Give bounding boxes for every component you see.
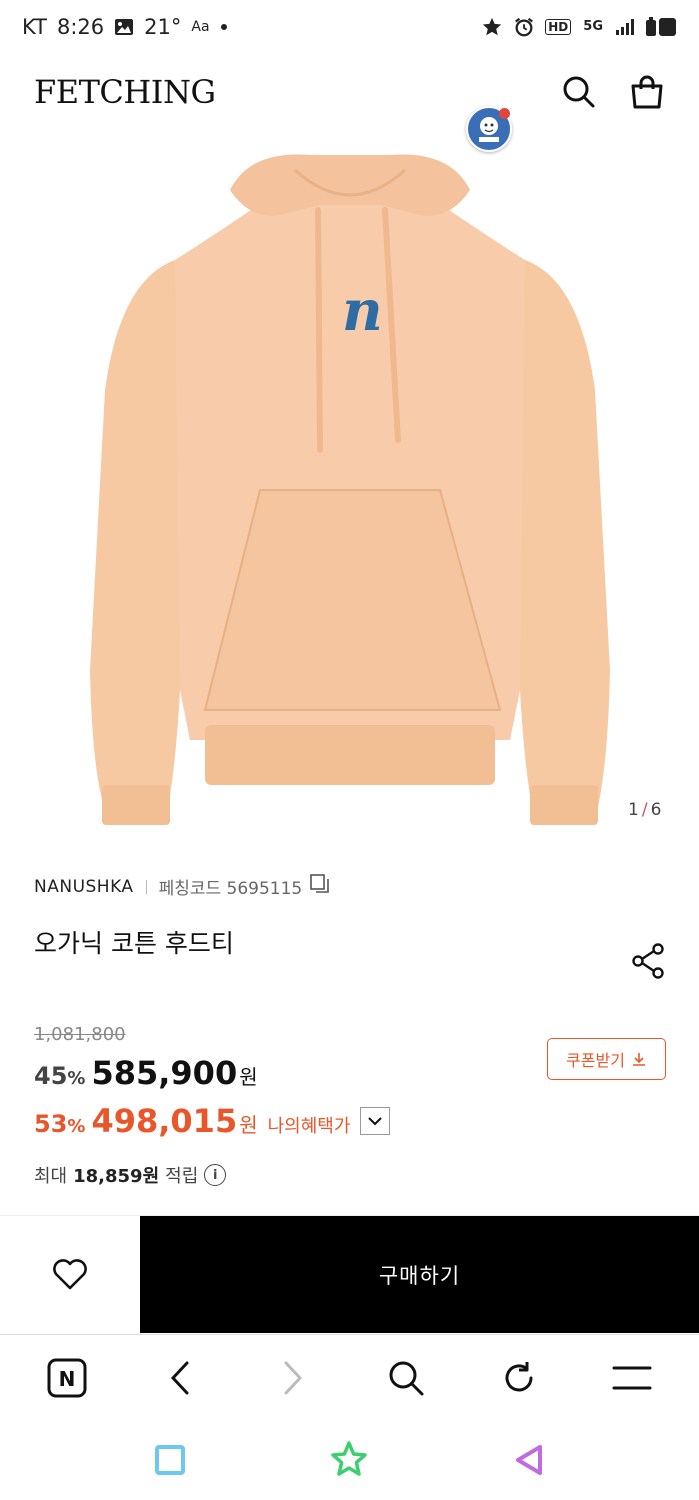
sale-price-row: 45% 585,900 원 [34, 1054, 258, 1092]
status-right: HD 5G [481, 16, 677, 38]
sale-price: 585,900 [91, 1054, 238, 1092]
home-star-icon[interactable] [324, 1435, 374, 1485]
back-icon[interactable] [150, 1348, 210, 1408]
status-bar: KT 8:26 21° Aa HD 5G [0, 0, 699, 54]
meta-divider [145, 879, 147, 894]
discount-rate-pct: % [67, 1068, 86, 1089]
battery-icon [645, 16, 677, 38]
share-icon[interactable] [630, 942, 668, 984]
notification-dot [499, 108, 510, 119]
buy-button[interactable]: 구매하기 [140, 1216, 699, 1333]
info-icon[interactable]: i [204, 1164, 227, 1186]
benefit-label: 나의혜택가 [267, 1116, 351, 1137]
wishlist-button[interactable] [0, 1216, 140, 1334]
image-counter: 1/6 [628, 800, 661, 820]
svg-text:N: N [58, 1367, 75, 1391]
benefit-discount-pct: % [67, 1116, 86, 1137]
product-name: 오가닉 코튼 후드티 [34, 929, 234, 958]
temperature: 21° [144, 15, 182, 39]
shopping-bag-icon[interactable] [629, 74, 665, 110]
signal-icon [615, 18, 635, 36]
hd-icon: HD [545, 19, 572, 35]
product-image[interactable]: n [80, 130, 620, 845]
product-code: 페칭코드 5695115 [158, 879, 303, 899]
brand-name[interactable]: NANUSHKA [34, 877, 134, 897]
carrier-label: KT [22, 15, 47, 39]
alarm-icon [513, 16, 535, 38]
star-icon [481, 16, 503, 38]
benefit-discount-rate: 53% [34, 1110, 85, 1138]
gallery-icon [114, 18, 134, 36]
fetching-logo[interactable]: FETCHING [34, 73, 216, 111]
benefit-currency-unit: 원 [239, 1113, 258, 1137]
benefit-dropdown-button[interactable] [360, 1107, 391, 1135]
image-counter-current: 1 [628, 800, 639, 820]
dot-icon [220, 23, 228, 31]
original-price: 1,081,800 [34, 1024, 126, 1045]
coupon-download-button[interactable]: 쿠폰받기 [547, 1038, 666, 1080]
app-header: FETCHING [0, 60, 699, 124]
discount-rate: 45% [34, 1062, 85, 1090]
header-actions [561, 74, 665, 110]
forward-icon[interactable] [263, 1348, 323, 1408]
image-counter-total: 6 [650, 800, 662, 820]
network-5g-icon: 5G [583, 19, 603, 34]
points-suffix: 적립 [165, 1166, 199, 1187]
points-info: 최대 18,859원 적립 i [34, 1162, 227, 1188]
hoodie-illustration: n [90, 154, 610, 825]
points-value: 18,859원 [73, 1166, 160, 1187]
back-triangle-icon[interactable] [504, 1435, 554, 1485]
menu-icon[interactable] [602, 1348, 662, 1408]
recent-apps-icon[interactable] [145, 1435, 195, 1485]
discount-rate-value: 45 [34, 1062, 68, 1090]
product-meta: NANUSHKA 페칭코드 5695115 [34, 874, 330, 899]
browser-toolbar: N [0, 1334, 699, 1420]
search-icon[interactable] [561, 74, 597, 110]
chevron-down-icon [368, 1117, 383, 1126]
benefit-price-row: 53% 498,015 원 나의혜택가 [34, 1102, 391, 1140]
copy-icon[interactable] [310, 874, 330, 899]
benefit-price: 498,015 [91, 1102, 238, 1140]
coupon-label: 쿠폰받기 [566, 1051, 625, 1070]
system-navigation [0, 1420, 699, 1500]
points-prefix: 최대 [34, 1166, 68, 1187]
naver-home-icon[interactable]: N [37, 1348, 97, 1408]
heart-icon [53, 1259, 87, 1290]
status-left: KT 8:26 21° Aa [22, 15, 228, 39]
download-icon [632, 1053, 645, 1066]
browser-search-icon[interactable] [376, 1348, 436, 1408]
svg-text:n: n [342, 278, 383, 344]
clock: 8:26 [56, 15, 105, 39]
purchase-bar: 구매하기 [0, 1215, 699, 1334]
refresh-icon[interactable] [489, 1348, 549, 1408]
currency-unit: 원 [239, 1065, 258, 1089]
benefit-discount-value: 53 [34, 1110, 68, 1138]
image-counter-separator: / [641, 800, 648, 820]
font-size-icon: Aa [191, 19, 210, 35]
